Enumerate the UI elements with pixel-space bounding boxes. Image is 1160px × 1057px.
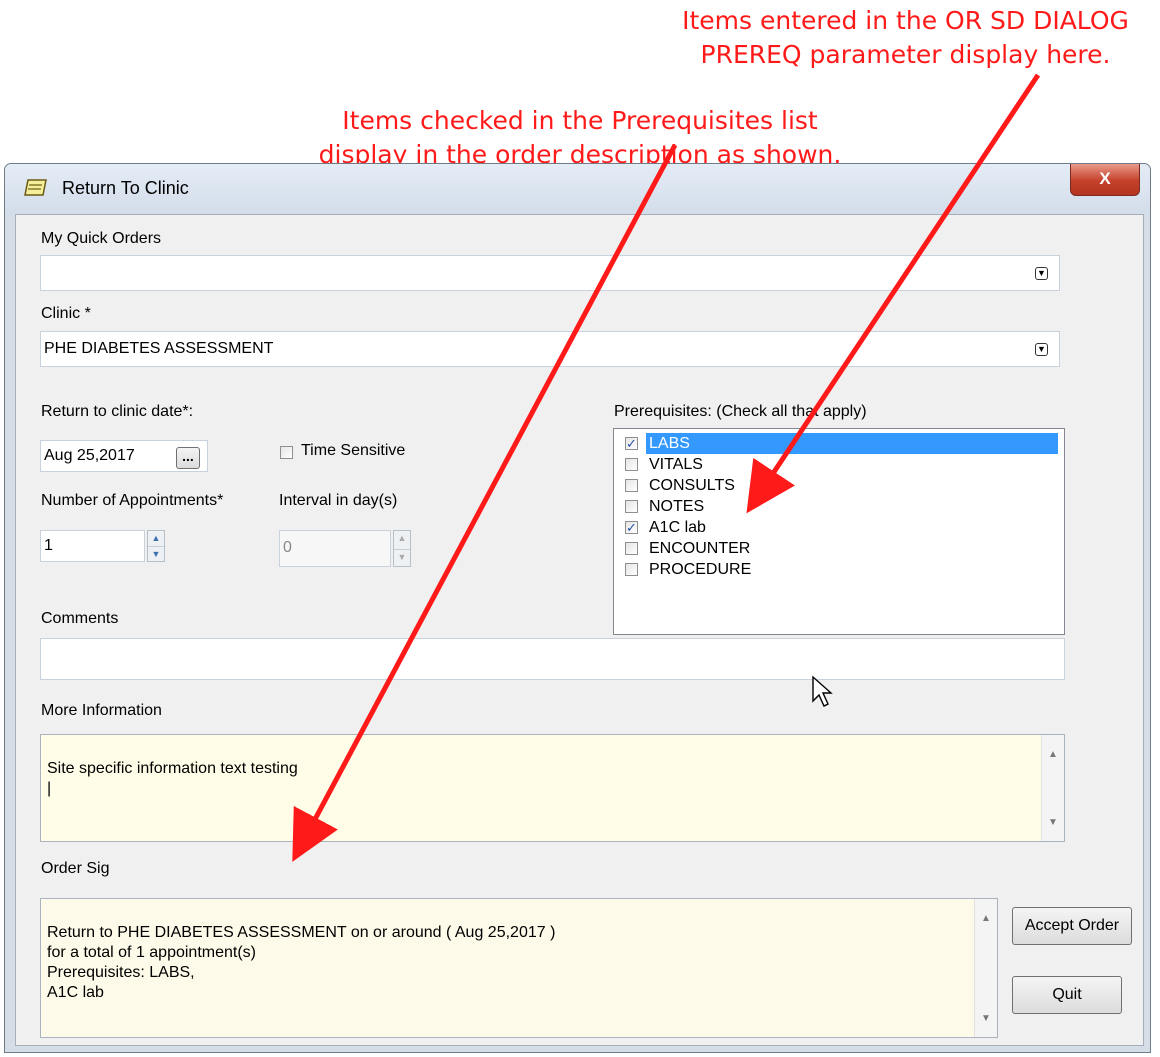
scroll-down-icon[interactable]: ▼ — [1042, 813, 1064, 833]
prereq-item-a1c-lab[interactable]: ✓ A1C lab — [622, 517, 1062, 538]
prereq-checkbox[interactable]: ✓ — [625, 521, 638, 534]
prereq-checkbox[interactable]: ✓ — [625, 437, 638, 450]
interval-label: Interval in day(s) — [279, 492, 398, 509]
comments-label: Comments — [41, 610, 119, 627]
order-sig-scrollbar[interactable]: ▲ ▼ — [974, 899, 997, 1037]
scroll-down-icon[interactable]: ▼ — [975, 1009, 997, 1029]
notepad-icon — [24, 179, 47, 196]
more-info-scrollbar[interactable]: ▲ ▼ — [1041, 735, 1064, 841]
mouse-pointer-icon — [812, 675, 833, 707]
window-title: Return To Clinic — [62, 178, 189, 198]
spin-down-icon[interactable]: ▼ — [394, 550, 410, 568]
interval-spinner[interactable]: ▲ ▼ — [393, 530, 411, 567]
prereq-item-labs[interactable]: ✓ LABS — [622, 433, 1062, 454]
more-info-text: Site specific information text testing | — [47, 760, 298, 797]
appointments-label: Number of Appointments* — [41, 492, 224, 509]
spin-up-icon[interactable]: ▲ — [394, 531, 410, 550]
prereq-item-procedure[interactable]: PROCEDURE — [622, 559, 1062, 580]
prereq-item-consults[interactable]: CONSULTS — [622, 475, 1062, 496]
prereq-item-notes[interactable]: NOTES — [622, 496, 1062, 517]
clinic-combobox[interactable]: PHE DIABETES ASSESSMENT ▼ — [40, 331, 1060, 367]
more-info-label: More Information — [41, 702, 162, 719]
more-info-memo[interactable]: Site specific information text testing |… — [40, 734, 1065, 842]
chevron-down-icon[interactable]: ▼ — [1035, 343, 1048, 356]
prereq-item-encounter[interactable]: ENCOUNTER — [622, 538, 1062, 559]
annotation-order-description: Items checked in the Prerequisites list … — [318, 106, 842, 169]
chevron-down-icon[interactable]: ▼ — [1035, 267, 1048, 280]
interval-input[interactable]: 0 — [279, 530, 391, 567]
prereq-checkbox[interactable] — [625, 458, 638, 471]
prerequisites-label: Prerequisites: (Check all that apply) — [614, 403, 867, 420]
annotation-prereq-parameter: Items entered in the OR SD DIALOG PREREQ… — [682, 6, 1129, 69]
spin-down-icon[interactable]: ▼ — [148, 547, 164, 562]
prereq-checkbox[interactable] — [625, 542, 638, 555]
spin-up-icon[interactable]: ▲ — [148, 531, 164, 547]
time-sensitive-checkbox[interactable] — [280, 446, 293, 459]
return-to-clinic-dialog: Return To Clinic X My Quick Orders ▼ Cli… — [4, 163, 1151, 1053]
quick-orders-combobox[interactable]: ▼ — [40, 255, 1060, 291]
order-sig-memo: Return to PHE DIABETES ASSESSMENT on or … — [40, 898, 998, 1038]
prereq-checkbox[interactable] — [625, 563, 638, 576]
prereq-checkbox[interactable] — [625, 500, 638, 513]
prereq-item-vitals[interactable]: VITALS — [622, 454, 1062, 475]
clinic-value: PHE DIABETES ASSESSMENT — [44, 340, 274, 357]
appointments-input[interactable]: 1 — [40, 530, 145, 562]
date-picker-button[interactable]: ... — [176, 447, 200, 469]
time-sensitive-label: Time Sensitive — [301, 442, 406, 459]
comments-input[interactable] — [40, 638, 1065, 680]
quick-orders-label: My Quick Orders — [41, 230, 162, 247]
appointments-spinner[interactable]: ▲ ▼ — [147, 530, 165, 562]
order-sig-text: Return to PHE DIABETES ASSESSMENT on or … — [47, 924, 556, 1001]
scroll-up-icon[interactable]: ▲ — [975, 909, 997, 929]
scroll-up-icon[interactable]: ▲ — [1042, 745, 1064, 765]
order-sig-label: Order Sig — [41, 860, 110, 877]
prerequisites-checklist[interactable]: ✓ LABS VITALS CONSULTS NOTES ✓ A1C lab E… — [613, 428, 1065, 635]
return-date-label: Return to clinic date*: — [41, 403, 194, 420]
close-button[interactable]: X — [1070, 164, 1140, 196]
title-bar[interactable]: Return To Clinic X — [5, 164, 1150, 214]
clinic-label: Clinic * — [41, 305, 91, 322]
quit-button[interactable]: Quit — [1012, 976, 1122, 1014]
accept-order-button[interactable]: Accept Order — [1012, 907, 1132, 945]
dialog-body: My Quick Orders ▼ Clinic * PHE DIABETES … — [15, 214, 1144, 1046]
prereq-checkbox[interactable] — [625, 479, 638, 492]
